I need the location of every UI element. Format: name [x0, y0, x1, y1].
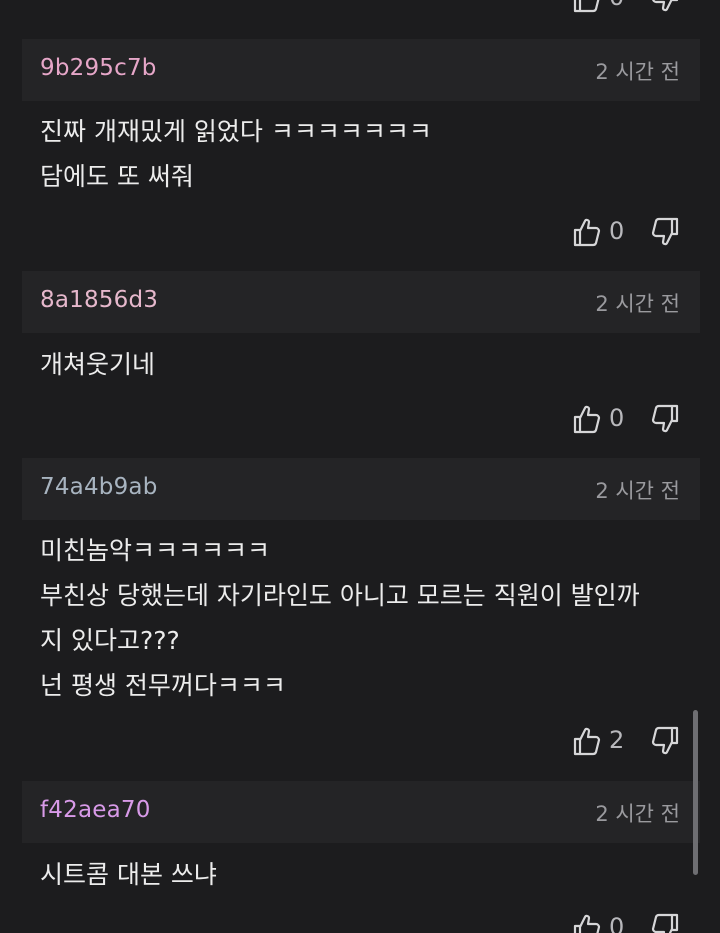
comment-header: 74a4b9ab 2 시간 전: [22, 458, 700, 520]
thumbs-down-icon: [651, 913, 679, 933]
comment-author[interactable]: f42aea70: [40, 797, 151, 823]
thumbs-up-icon: [573, 218, 601, 247]
dislike-button[interactable]: [650, 912, 680, 933]
like-button[interactable]: [572, 216, 602, 248]
top-partial-actions: 0: [572, 0, 682, 16]
comment-line: 시트콤 대본 쓰냐: [40, 860, 217, 889]
thumbs-up-icon: [573, 727, 601, 756]
thumbs-down-icon: [651, 404, 679, 433]
comment-header: 8a1856d3 2 시간 전: [22, 271, 700, 333]
thumbs-down-icon: [652, 0, 679, 12]
thumbs-down-icon: [651, 217, 679, 246]
dislike-button[interactable]: [650, 403, 680, 435]
thumbs-down-icon: [651, 726, 679, 755]
comment-list: 0 9b295c7b 2 시간 전 진짜 개재밌게 읽었다 ㅋㅋㅋㅋㅋㅋㅋ 담에…: [0, 0, 720, 933]
comment-line: 넌 평생 전무꺼다ㅋㅋㅋ: [40, 671, 286, 700]
scrollbar[interactable]: [693, 710, 698, 875]
like-button[interactable]: [572, 912, 602, 933]
comment-actions: 2: [572, 725, 682, 759]
comment-time: 2 시간 전: [595, 479, 680, 503]
comment-actions: 0: [572, 912, 682, 933]
like-button[interactable]: [572, 0, 602, 14]
like-count: 2: [609, 726, 625, 754]
comment-line: 부친상 당했는데 자기라인도 아니고 모르는 직원이 발인까: [40, 581, 640, 610]
like-button[interactable]: [572, 403, 602, 435]
comment-body: 시트콤 대본 쓰냐: [40, 852, 217, 897]
dislike-button[interactable]: [650, 216, 680, 248]
dislike-button[interactable]: [650, 725, 680, 757]
comment-line: 담에도 또 써줘: [40, 162, 194, 191]
comment-actions: 0: [572, 216, 682, 250]
comment-author[interactable]: 9b295c7b: [40, 55, 157, 81]
thumbs-up-icon: [573, 405, 601, 434]
comment-body: 개쳐웃기네: [40, 342, 155, 387]
comment-line: 미친놈악ㅋㅋㅋㅋㅋㅋ: [40, 536, 271, 565]
like-count: 0: [609, 217, 625, 245]
comment-author[interactable]: 74a4b9ab: [40, 474, 158, 500]
comment-line: 진짜 개재밌게 읽었다 ㅋㅋㅋㅋㅋㅋㅋ: [40, 117, 432, 146]
thumbs-up-icon: [573, 914, 601, 933]
comment-body: 미친놈악ㅋㅋㅋㅋㅋㅋ 부친상 당했는데 자기라인도 아니고 모르는 직원이 발인…: [40, 528, 640, 708]
like-button[interactable]: [572, 725, 602, 757]
comment-body: 진짜 개재밌게 읽었다 ㅋㅋㅋㅋㅋㅋㅋ 담에도 또 써줘: [40, 109, 432, 199]
like-count: 0: [609, 404, 625, 432]
like-count: 0: [609, 0, 624, 11]
comment-time: 2 시간 전: [595, 60, 680, 84]
comment-header: f42aea70 2 시간 전: [22, 781, 700, 843]
comment-header: 9b295c7b 2 시간 전: [22, 39, 700, 101]
comment-actions: 0: [572, 403, 682, 437]
comment-time: 2 시간 전: [595, 292, 680, 316]
like-count: 0: [609, 913, 625, 933]
comment-author[interactable]: 8a1856d3: [40, 287, 158, 313]
comment-line: 지 있다고???: [40, 626, 180, 655]
comment-time: 2 시간 전: [595, 802, 680, 826]
thumbs-up-icon: [573, 0, 600, 13]
dislike-button[interactable]: [650, 0, 680, 14]
comment-line: 개쳐웃기네: [40, 350, 156, 379]
